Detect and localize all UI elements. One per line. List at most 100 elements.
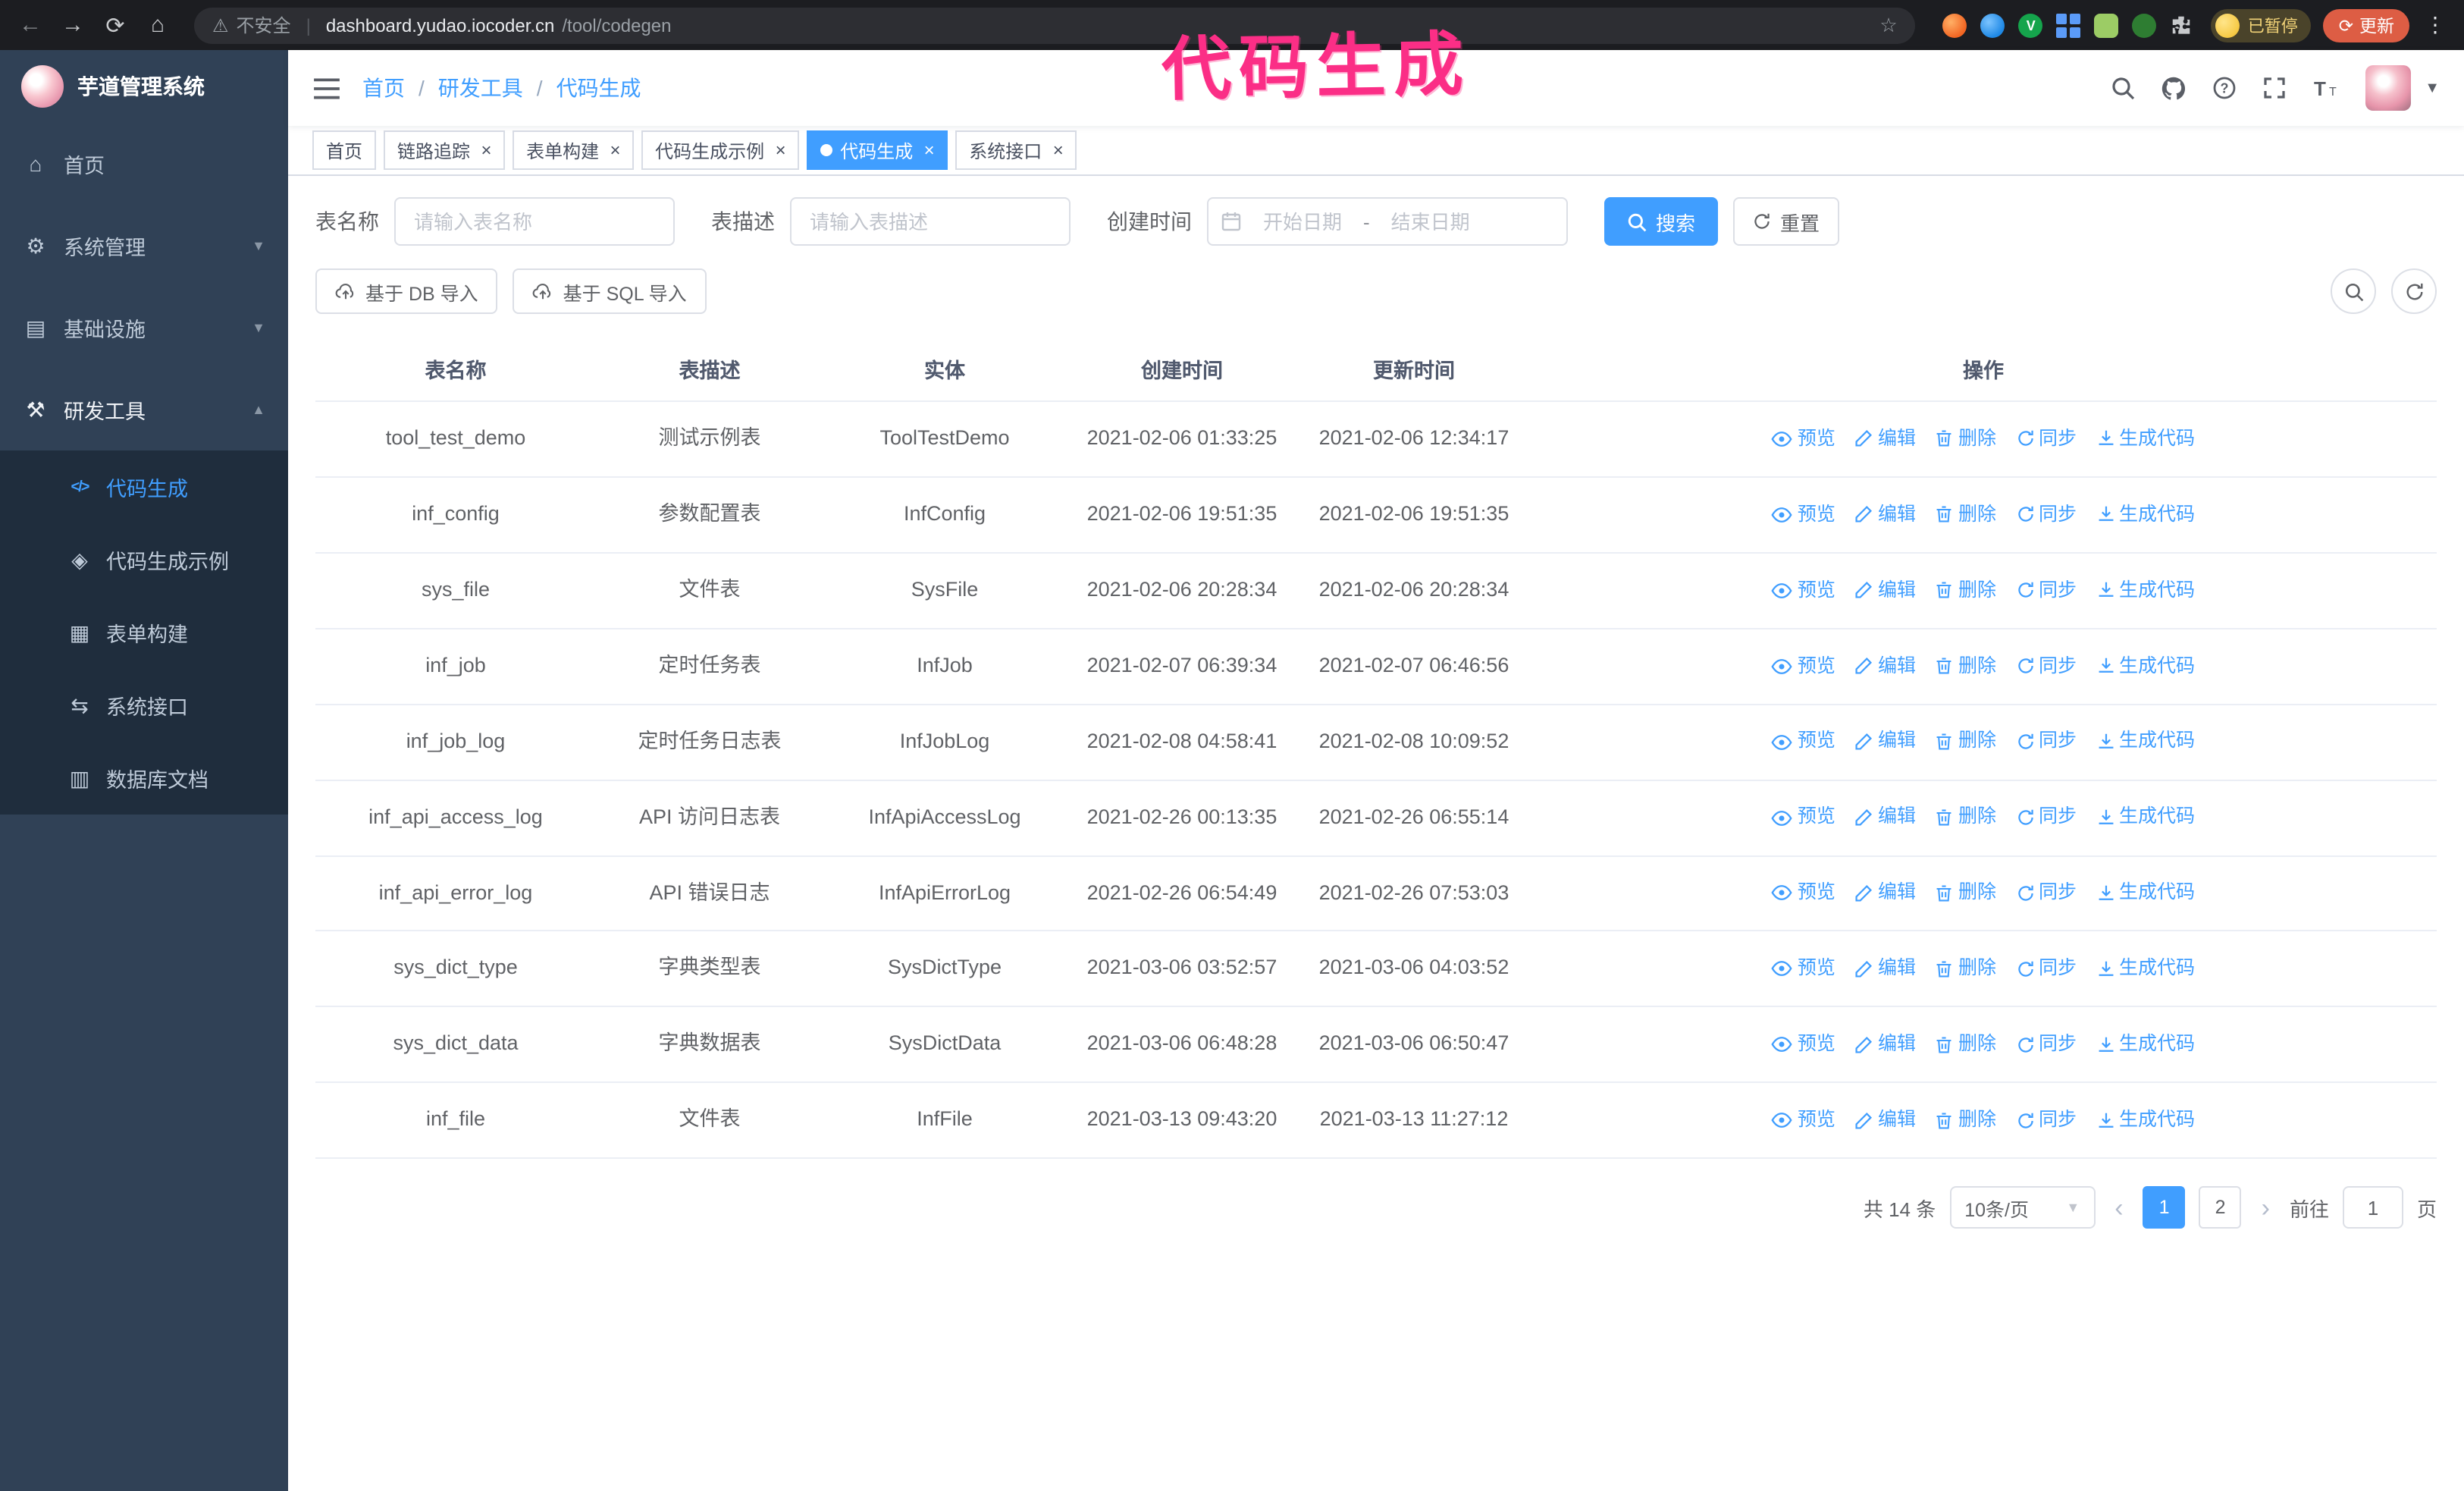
sidebar-item-system[interactable]: ⚙ 系统管理 ▼ [0, 205, 288, 287]
hamburger-icon[interactable] [312, 75, 341, 101]
sidebar-item-codegen[interactable]: </> 代码生成 [0, 450, 288, 523]
extension-icon-orange[interactable] [1942, 13, 1967, 37]
view-tab[interactable]: 代码生成示例 × [641, 130, 800, 170]
edit-link[interactable]: 编辑 [1855, 1030, 1916, 1059]
delete-link[interactable]: 删除 [1936, 500, 1996, 529]
tab-close-icon[interactable]: × [1052, 141, 1063, 159]
table-desc-input[interactable] [790, 197, 1071, 246]
preview-link[interactable]: 预览 [1772, 500, 1835, 529]
generate-code-link[interactable]: 生成代码 [2096, 727, 2195, 757]
avatar-caret-icon[interactable]: ▼ [2425, 80, 2440, 96]
page-number-button[interactable]: 1 [2143, 1186, 2186, 1229]
sidebar-item-home[interactable]: ⌂ 首页 [0, 123, 288, 205]
search-icon[interactable] [2111, 76, 2135, 100]
edit-link[interactable]: 编辑 [1855, 954, 1916, 984]
reload-button[interactable]: ⟳ [100, 11, 130, 39]
address-bar[interactable]: ⚠ 不安全 | dashboard.yudao.iocoder.cn/tool/… [194, 7, 1916, 43]
start-date-input[interactable] [1248, 209, 1357, 234]
preview-link[interactable]: 预览 [1772, 651, 1835, 681]
preview-link[interactable]: 预览 [1772, 1106, 1835, 1135]
view-tab[interactable]: 链路追踪 × [384, 130, 506, 170]
edit-link[interactable]: 编辑 [1855, 425, 1916, 454]
puzzle-icon[interactable] [2171, 14, 2193, 36]
sync-link[interactable]: 同步 [2016, 425, 2077, 454]
generate-code-link[interactable]: 生成代码 [2096, 500, 2195, 529]
font-size-icon[interactable]: TT [2312, 76, 2340, 100]
extension-icon-green-v[interactable]: V [2018, 13, 2043, 37]
page-size-select[interactable]: 10条/页 ▼ [1949, 1186, 2096, 1229]
edit-link[interactable]: 编辑 [1855, 500, 1916, 529]
sidebar-item-devtools[interactable]: ⚒ 研发工具 ▲ [0, 369, 288, 450]
page-number-button[interactable]: 2 [2199, 1186, 2242, 1229]
sync-link[interactable]: 同步 [2016, 727, 2077, 757]
toggle-search-button[interactable] [2331, 268, 2376, 314]
forward-button[interactable]: → [58, 12, 88, 38]
extension-icon-grid[interactable] [2056, 13, 2081, 37]
sidebar-item-api[interactable]: ⇆ 系统接口 [0, 669, 288, 742]
edit-link[interactable]: 编辑 [1855, 727, 1916, 757]
delete-link[interactable]: 删除 [1936, 425, 1996, 454]
table-name-input[interactable] [394, 197, 675, 246]
delete-link[interactable]: 删除 [1936, 1106, 1996, 1135]
update-button[interactable]: ⟳ 更新 [2323, 8, 2409, 42]
generate-code-link[interactable]: 生成代码 [2096, 651, 2195, 681]
sync-link[interactable]: 同步 [2016, 879, 2077, 909]
reset-button[interactable]: 重置 [1733, 197, 1840, 246]
sidebar-item-db-doc[interactable]: ▥ 数据库文档 [0, 742, 288, 815]
preview-link[interactable]: 预览 [1772, 425, 1835, 454]
refresh-button[interactable] [2391, 268, 2437, 314]
search-button[interactable]: 搜索 [1604, 197, 1719, 246]
import-sql-button[interactable]: 基于 SQL 导入 [513, 268, 707, 314]
extension-icon-darkgreen[interactable] [2132, 13, 2157, 37]
edit-link[interactable]: 编辑 [1855, 803, 1916, 833]
preview-link[interactable]: 预览 [1772, 879, 1835, 909]
breadcrumb-home[interactable]: 首页 [362, 73, 405, 103]
delete-link[interactable]: 删除 [1936, 879, 1996, 909]
back-button[interactable]: ← [15, 12, 45, 38]
extension-icon-blue[interactable] [1980, 13, 2005, 37]
view-tab[interactable]: 系统接口 × [955, 130, 1077, 170]
help-icon[interactable]: ? [2212, 76, 2237, 100]
delete-link[interactable]: 删除 [1936, 576, 1996, 605]
prev-page-button[interactable]: ‹ [2108, 1194, 2129, 1220]
tab-close-icon[interactable]: × [610, 141, 620, 159]
view-tab[interactable]: 表单构建 × [513, 130, 635, 170]
end-date-input[interactable] [1375, 209, 1485, 234]
sync-link[interactable]: 同步 [2016, 500, 2077, 529]
preview-link[interactable]: 预览 [1772, 576, 1835, 605]
breadcrumb-devtools[interactable]: 研发工具 [438, 73, 523, 103]
generate-code-link[interactable]: 生成代码 [2096, 954, 2195, 984]
sidebar-item-codegen-demo[interactable]: ◈ 代码生成示例 [0, 523, 288, 596]
preview-link[interactable]: 预览 [1772, 1030, 1835, 1059]
edit-link[interactable]: 编辑 [1855, 879, 1916, 909]
user-avatar[interactable] [2365, 65, 2412, 111]
fullscreen-icon[interactable] [2262, 76, 2287, 100]
sync-link[interactable]: 同步 [2016, 651, 2077, 681]
generate-code-link[interactable]: 生成代码 [2096, 425, 2195, 454]
sync-link[interactable]: 同步 [2016, 954, 2077, 984]
sidebar-item-infra[interactable]: ▤ 基础设施 ▼ [0, 287, 288, 369]
tab-close-icon[interactable]: × [481, 141, 491, 159]
sidebar-logo[interactable]: 芋道管理系统 [0, 50, 288, 123]
generate-code-link[interactable]: 生成代码 [2096, 803, 2195, 833]
goto-page-input[interactable] [2342, 1186, 2403, 1229]
view-tab[interactable]: 代码生成 × [807, 130, 948, 170]
home-button[interactable]: ⌂ [143, 12, 173, 38]
edit-link[interactable]: 编辑 [1855, 651, 1916, 681]
generate-code-link[interactable]: 生成代码 [2096, 1030, 2195, 1059]
extension-icon-lightgreen[interactable] [2094, 13, 2119, 37]
chrome-menu-icon[interactable]: ⋮ [2422, 12, 2449, 38]
preview-link[interactable]: 预览 [1772, 954, 1835, 984]
delete-link[interactable]: 删除 [1936, 1030, 1996, 1059]
tab-close-icon[interactable]: × [923, 141, 934, 159]
profile-chip[interactable]: 已暂停 [2211, 8, 2312, 42]
preview-link[interactable]: 预览 [1772, 803, 1835, 833]
edit-link[interactable]: 编辑 [1855, 1106, 1916, 1135]
delete-link[interactable]: 删除 [1936, 803, 1996, 833]
security-label[interactable]: 不安全 [237, 12, 291, 38]
generate-code-link[interactable]: 生成代码 [2096, 1106, 2195, 1135]
tab-close-icon[interactable]: × [775, 141, 785, 159]
view-tab[interactable]: 首页 [312, 130, 377, 170]
preview-link[interactable]: 预览 [1772, 727, 1835, 757]
import-db-button[interactable]: 基于 DB 导入 [315, 268, 498, 314]
